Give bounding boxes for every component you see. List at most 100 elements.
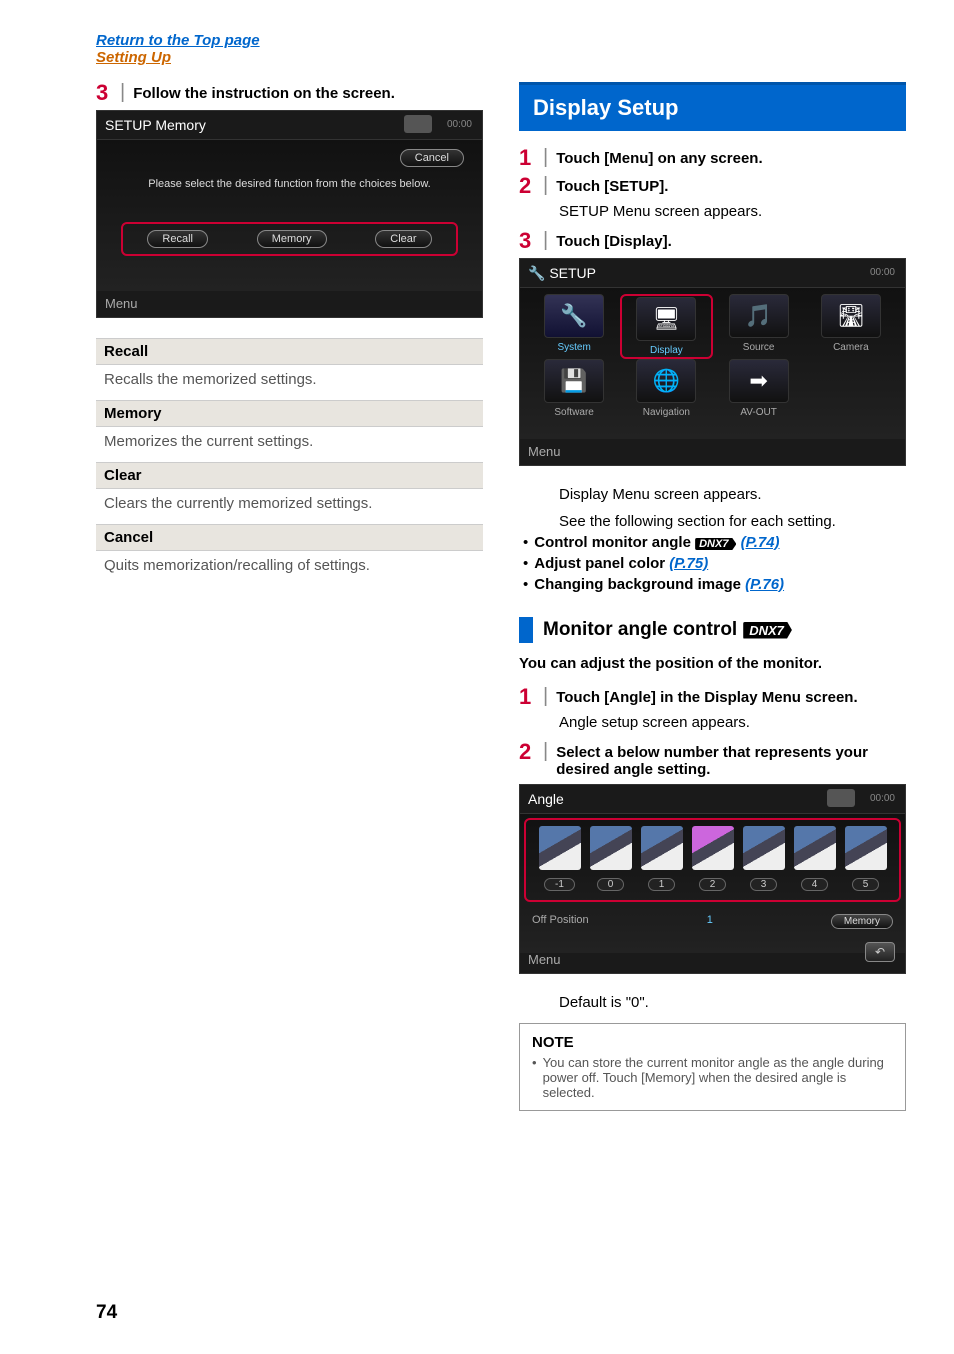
page-link-74[interactable]: (P.74)	[741, 534, 780, 551]
after-setup-2: See the following section for each setti…	[559, 513, 906, 530]
ss-time: 00:00	[447, 119, 472, 130]
clear-button[interactable]: Clear	[375, 230, 431, 248]
software-icon: 💾	[544, 359, 604, 403]
off-position-value: 1	[707, 914, 713, 929]
off-position-label: Off Position	[532, 914, 589, 929]
memory-button[interactable]: Memory	[257, 230, 327, 248]
angle-opt-5[interactable]: 5	[845, 826, 887, 891]
step-divider: |	[543, 741, 548, 761]
label-cancel: Cancel	[96, 524, 483, 551]
angle-opt-4[interactable]: 4	[794, 826, 836, 891]
ss-highlight-buttons: Recall Memory Clear	[121, 222, 458, 256]
screenshot-angle: Angle 00:00 -1 0 1 2 3 4 5 Off Positi	[519, 784, 906, 974]
recall-button[interactable]: Recall	[147, 230, 208, 248]
setup-avout[interactable]: ➡ AV-OUT	[713, 359, 805, 418]
cancel-button[interactable]: Cancel	[400, 148, 464, 167]
right-column: Display Setup 1 | Touch [Menu] on any sc…	[519, 82, 906, 1111]
r-step-2: 2 | Touch [SETUP].	[519, 175, 906, 197]
bullet-bg-image: • Changing background image (P.76)	[519, 576, 906, 593]
step-3: 3 | Follow the instruction on the screen…	[96, 82, 483, 104]
ss-title: SETUP Memory	[105, 117, 206, 133]
angle-opt-1[interactable]: 1	[641, 826, 683, 891]
angle-opt-neg1[interactable]: -1	[539, 826, 581, 891]
desc-memory: Memorizes the current settings.	[96, 427, 483, 462]
navigation-icon: 🌐	[636, 359, 696, 403]
desc-cancel: Quits memorization/recalling of settings…	[96, 551, 483, 586]
page-link-75[interactable]: (P.75)	[669, 555, 708, 572]
setup-camera[interactable]: 🛣 Camera	[805, 294, 897, 359]
step-number: 2	[519, 741, 535, 763]
r-step-1: 1 | Touch [Menu] on any screen.	[519, 147, 906, 169]
angle-opt-0[interactable]: 0	[590, 826, 632, 891]
ss-prompt: Please select the desired function from …	[97, 178, 482, 190]
source-icon: 🎵	[729, 294, 789, 338]
bullet-panel-color: • Adjust panel color (P.75)	[519, 555, 906, 572]
angle-memory-button[interactable]: Memory	[831, 914, 893, 929]
ss-time: 00:00	[870, 267, 895, 278]
step-number: 3	[96, 82, 112, 104]
label-clear: Clear	[96, 462, 483, 489]
m-step-2: 2 | Select a below number that represent…	[519, 741, 906, 778]
step-text: Touch [Angle] in the Display Menu screen…	[556, 686, 857, 706]
step-divider: |	[543, 147, 548, 167]
setup-software[interactable]: 💾 Software	[528, 359, 620, 418]
page-link-76[interactable]: (P.76)	[745, 576, 784, 593]
return-top-link[interactable]: Return to the Top page	[96, 32, 954, 49]
display-icon: 🖥	[636, 297, 696, 341]
subsection-monitor-angle: Monitor angle control DNX7	[519, 617, 906, 643]
ss-menu[interactable]: Menu	[528, 444, 561, 459]
section-link[interactable]: Setting Up	[96, 49, 954, 66]
avout-icon: ➡	[729, 359, 789, 403]
step-divider: |	[543, 230, 548, 250]
setup-display-highlighted[interactable]: 🖥 Display	[620, 294, 712, 359]
label-recall: Recall	[96, 338, 483, 365]
desc-clear: Clears the currently memorized settings.	[96, 489, 483, 524]
av-icon	[827, 789, 855, 807]
content-columns: 3 | Follow the instruction on the screen…	[0, 66, 954, 1111]
page-header: Return to the Top page Setting Up	[0, 0, 954, 66]
ss-body: 🔧 System 🖥 Display 🎵 Source 🛣 Camera	[520, 287, 905, 439]
angle-opt-3[interactable]: 3	[743, 826, 785, 891]
desc-recall: Recalls the memorized settings.	[96, 365, 483, 400]
step-number: 3	[519, 230, 535, 252]
ss-title: 🔧 SETUP	[528, 265, 596, 282]
ss-body: Cancel Please select the desired functio…	[97, 139, 482, 291]
r-step-3: 3 | Touch [Display].	[519, 230, 906, 252]
step-number: 2	[519, 175, 535, 197]
angle-bottom-row: Off Position 1 Memory	[532, 914, 893, 929]
section-title: Display Setup	[519, 82, 906, 131]
ss-menu[interactable]: Menu	[528, 952, 561, 967]
m-step-1-sub: Angle setup screen appears.	[559, 714, 906, 731]
subsection-marker	[519, 617, 533, 643]
step-divider: |	[120, 82, 125, 102]
step-text: Follow the instruction on the screen.	[133, 82, 395, 102]
step-number: 1	[519, 147, 535, 169]
ss-menu[interactable]: Menu	[105, 296, 138, 311]
bullet-control-angle: • Control monitor angle DNX7 (P.74)	[519, 534, 906, 551]
default-text: Default is "0".	[559, 994, 906, 1011]
angle-opt-2-selected[interactable]: 2	[692, 826, 734, 891]
wrench-icon: 🔧	[544, 294, 604, 338]
step-divider: |	[543, 686, 548, 706]
back-icon[interactable]: ↶	[865, 942, 895, 962]
step-text: Touch [Display].	[556, 230, 672, 250]
monitor-intro: You can adjust the position of the monit…	[519, 655, 906, 672]
m-step-1: 1 | Touch [Angle] in the Display Menu sc…	[519, 686, 906, 708]
ss-body: -1 0 1 2 3 4 5 Off Position 1 Memory ↶	[520, 813, 905, 953]
step-text: Touch [SETUP].	[556, 175, 668, 195]
setup-grid: 🔧 System 🖥 Display 🎵 Source 🛣 Camera	[528, 294, 897, 418]
left-column: 3 | Follow the instruction on the screen…	[96, 82, 483, 1111]
screenshot-setup-menu: 🔧 SETUP 00:00 🔧 System 🖥 Display 🎵 Sourc…	[519, 258, 906, 466]
dnx7-badge: DNX7	[695, 538, 736, 550]
angle-row: -1 0 1 2 3 4 5	[534, 826, 891, 891]
dnx7-badge: DNX7	[743, 622, 792, 639]
camera-icon: 🛣	[821, 294, 881, 338]
angle-highlight-box: -1 0 1 2 3 4 5	[524, 818, 901, 902]
step-divider: |	[543, 175, 548, 195]
setup-system[interactable]: 🔧 System	[528, 294, 620, 359]
r-step-2-sub: SETUP Menu screen appears.	[559, 203, 906, 220]
av-icon	[404, 115, 432, 133]
setup-source[interactable]: 🎵 Source	[713, 294, 805, 359]
setup-navigation[interactable]: 🌐 Navigation	[620, 359, 712, 418]
note-text: • You can store the current monitor angl…	[532, 1055, 893, 1100]
